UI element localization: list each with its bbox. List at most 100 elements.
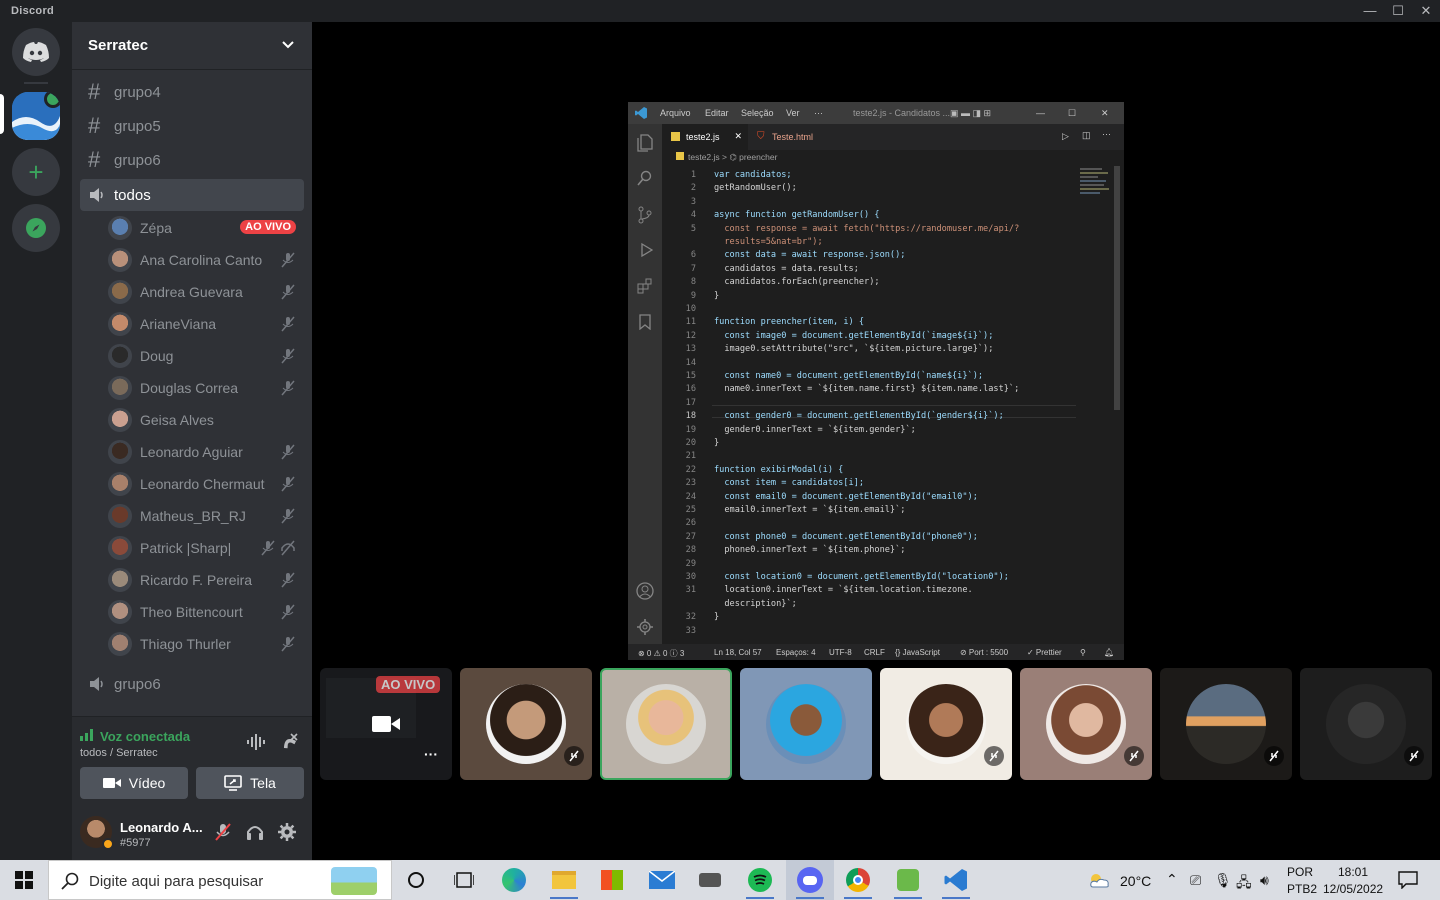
discord-home-button[interactable] bbox=[12, 28, 60, 76]
extensions-icon[interactable] bbox=[637, 278, 653, 294]
prettier-status[interactable]: ✓ Prettier bbox=[1027, 648, 1062, 657]
voice-user-row[interactable]: Ricardo F. Pereira bbox=[108, 565, 304, 595]
keyboard-layout[interactable]: PTB2 bbox=[1287, 882, 1317, 896]
menu-arquivo[interactable]: Arquivo bbox=[660, 108, 691, 118]
participant-tile[interactable] bbox=[880, 668, 1012, 780]
voice-user-row[interactable]: Doug bbox=[108, 341, 304, 371]
cursor-position[interactable]: Ln 18, Col 57 bbox=[714, 648, 762, 657]
voice-location[interactable]: todos / Serratec bbox=[80, 747, 158, 759]
problems-status[interactable]: ⊗ 0 ⚠ 0 ⓘ 3 bbox=[638, 648, 684, 659]
task-view-button[interactable] bbox=[440, 860, 488, 900]
channel-grupo6[interactable]: # grupo6 bbox=[80, 144, 304, 176]
game-app[interactable] bbox=[686, 860, 734, 900]
screen-share-vscode[interactable]: Arquivo Editar Seleção Ver ··· teste2.js… bbox=[628, 102, 1124, 660]
channel-grupo5[interactable]: # grupo5 bbox=[80, 110, 304, 142]
participant-tile-speaking[interactable] bbox=[600, 668, 732, 780]
voice-channel-grupo6[interactable]: grupo6 bbox=[80, 668, 304, 700]
weather-temp[interactable]: 20°C bbox=[1120, 873, 1151, 889]
notification-center-icon[interactable] bbox=[1398, 871, 1418, 889]
start-button[interactable] bbox=[0, 860, 48, 900]
channel-grupo4[interactable]: # grupo4 bbox=[80, 76, 304, 108]
taskbar-search[interactable]: Digite aqui para pesquisar bbox=[48, 860, 392, 900]
explorer-icon[interactable] bbox=[637, 134, 653, 152]
chrome-app[interactable] bbox=[834, 860, 882, 900]
voice-user-row[interactable]: Leonardo Chermaut bbox=[108, 469, 304, 499]
menu-ver[interactable]: Ver bbox=[786, 108, 800, 118]
vscode-minimize-icon[interactable]: — bbox=[1036, 108, 1045, 118]
voice-channel-todos[interactable]: todos bbox=[80, 179, 304, 211]
mail-app[interactable] bbox=[638, 860, 686, 900]
voice-user-row[interactable]: Patrick |Sharp| bbox=[108, 533, 304, 563]
participant-tile[interactable] bbox=[740, 668, 872, 780]
server-header[interactable]: Serratec bbox=[72, 22, 312, 70]
voice-user-row[interactable]: Zépa AO VIVO bbox=[108, 213, 304, 243]
more-actions-icon[interactable]: ··· bbox=[1102, 129, 1111, 139]
participant-tile[interactable] bbox=[460, 668, 592, 780]
voice-user-row[interactable]: Thiago Thurler bbox=[108, 629, 304, 659]
more-options-icon[interactable]: ··· bbox=[424, 746, 438, 762]
tab-teste-html[interactable]: ⛉ Teste.html bbox=[748, 124, 838, 150]
maximize-button[interactable]: ☐ bbox=[1384, 0, 1412, 22]
explore-servers-button[interactable] bbox=[12, 204, 60, 252]
close-tab-icon[interactable]: ✕ bbox=[734, 131, 742, 142]
voice-user-row[interactable]: Ana Carolina Canto bbox=[108, 245, 304, 275]
voice-user-row[interactable]: ArianeViana bbox=[108, 309, 304, 339]
screen-share-button[interactable]: Tela bbox=[196, 767, 304, 799]
eol-status[interactable]: CRLF bbox=[864, 648, 885, 657]
network-icon[interactable]: 🖧︎ bbox=[1236, 872, 1252, 896]
edge-app[interactable] bbox=[490, 860, 538, 900]
cortana-button[interactable] bbox=[392, 860, 440, 900]
vscode-app[interactable] bbox=[932, 860, 980, 900]
minimap[interactable] bbox=[1080, 166, 1112, 206]
stream-tile[interactable]: AO VIVO ··· bbox=[320, 668, 452, 780]
voice-user-row[interactable]: Douglas Correa bbox=[108, 373, 304, 403]
layout-toggles-icon[interactable]: ▣ ▬ ◨ ⊞ bbox=[950, 108, 991, 119]
code-editor[interactable]: 1 var candidatos; 2 getRandomUser(); 3 4 async… bbox=[662, 166, 1078, 640]
manage-gear-icon[interactable] bbox=[636, 618, 654, 636]
live-server-status[interactable]: ⊘ Port : 5500 bbox=[960, 648, 1008, 657]
vscode-maximize-icon[interactable]: ☐ bbox=[1068, 108, 1076, 119]
close-button[interactable]: ✕ bbox=[1412, 0, 1440, 22]
weather-cloud-icon[interactable] bbox=[1088, 871, 1112, 889]
discord-app[interactable] bbox=[786, 860, 834, 900]
minimize-button[interactable]: — bbox=[1356, 0, 1384, 22]
breadcrumb[interactable]: teste2.js > ⌬ preencher bbox=[676, 152, 777, 163]
mic-muted-icon[interactable] bbox=[214, 823, 232, 841]
volume-icon[interactable]: 🔊︎ bbox=[1260, 872, 1269, 889]
run-debug-icon[interactable] bbox=[637, 242, 653, 258]
participant-tile[interactable] bbox=[1300, 668, 1432, 780]
vscode-close-icon[interactable]: ✕ bbox=[1101, 108, 1109, 119]
participant-tile[interactable] bbox=[1160, 668, 1292, 780]
server-serratec-icon[interactable] bbox=[12, 92, 60, 140]
bookmark-icon[interactable] bbox=[638, 314, 652, 330]
source-control-icon[interactable] bbox=[637, 206, 653, 224]
participant-tile[interactable] bbox=[1020, 668, 1152, 780]
chevron-up-icon[interactable]: ⌃ bbox=[1166, 871, 1178, 888]
voice-user-row[interactable]: Theo Bittencourt bbox=[108, 597, 304, 627]
account-icon[interactable] bbox=[636, 582, 654, 600]
voice-user-row[interactable]: Andrea Guevara bbox=[108, 277, 304, 307]
menu-editar[interactable]: Editar bbox=[705, 108, 729, 118]
android-studio-app[interactable] bbox=[884, 860, 932, 900]
meet-now-icon[interactable]: ⎚ bbox=[1190, 872, 1201, 889]
input-language[interactable]: POR bbox=[1287, 865, 1313, 879]
tab-teste2-js[interactable]: teste2.js ✕ bbox=[662, 124, 748, 150]
spotify-app[interactable] bbox=[736, 860, 784, 900]
indent-status[interactable]: Espaços: 4 bbox=[776, 648, 816, 657]
voice-user-row[interactable]: Leonardo Aguiar bbox=[108, 437, 304, 467]
add-server-button[interactable]: + bbox=[12, 148, 60, 196]
encoding-status[interactable]: UTF-8 bbox=[829, 648, 852, 657]
file-explorer-app[interactable] bbox=[540, 860, 588, 900]
gear-icon[interactable] bbox=[278, 823, 296, 841]
clock-time[interactable]: 18:01 bbox=[1338, 865, 1368, 879]
search-icon[interactable] bbox=[637, 170, 653, 186]
store-app[interactable] bbox=[588, 860, 636, 900]
microphone-icon[interactable]: 🎙︎ bbox=[1214, 872, 1232, 889]
menu-more[interactable]: ··· bbox=[814, 108, 823, 118]
run-icon[interactable]: ▷ bbox=[1062, 131, 1069, 142]
voice-user-row[interactable]: Matheus_BR_RJ bbox=[108, 501, 304, 531]
split-editor-icon[interactable]: ◫ bbox=[1082, 130, 1091, 141]
language-status[interactable]: {} JavaScript bbox=[895, 648, 940, 657]
video-button[interactable]: Vídeo bbox=[80, 767, 188, 799]
headphones-icon[interactable] bbox=[246, 823, 264, 841]
